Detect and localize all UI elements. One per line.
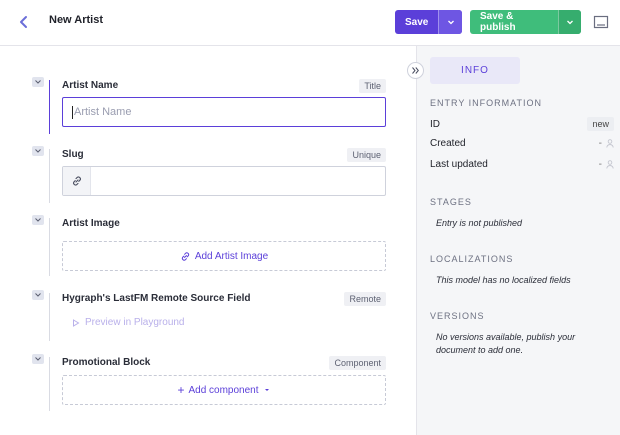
localizations-text: This model has no localized fields — [436, 275, 571, 285]
field-indicator-line — [49, 357, 50, 411]
field-tag-remote: Remote — [344, 292, 386, 306]
chevron-down-icon — [567, 20, 574, 25]
save-button[interactable]: Save — [395, 10, 462, 34]
collapse-field-icon[interactable] — [32, 215, 44, 225]
panel-toggle-icon[interactable] — [593, 14, 609, 30]
slug-input[interactable] — [62, 166, 386, 196]
tab-info[interactable]: INFO — [430, 57, 520, 84]
id-value-badge: new — [587, 117, 614, 131]
text-cursor — [72, 105, 73, 119]
add-component-label: Add component — [188, 384, 259, 396]
localizations-heading: LOCALIZATIONS — [430, 254, 514, 264]
versions-heading: VERSIONS — [430, 311, 485, 321]
field-indicator-line — [49, 149, 50, 203]
collapse-field-icon[interactable] — [32, 290, 44, 300]
field-tag-unique: Unique — [347, 148, 386, 162]
field-indicator-line — [49, 218, 50, 276]
add-component-button[interactable]: + Add component — [62, 375, 386, 405]
field-indicator-line — [49, 80, 50, 134]
field-artist-name: Artist Name Title Artist Name — [32, 77, 392, 134]
entry-information-heading: ENTRY INFORMATION — [430, 98, 543, 108]
link-icon — [63, 167, 91, 195]
created-dash: - — [598, 138, 602, 149]
artist-name-placeholder: Artist Name — [74, 106, 132, 118]
publish-options-dropdown[interactable] — [558, 10, 581, 34]
user-icon — [606, 160, 614, 169]
page-title: New Artist — [49, 14, 103, 26]
save-options-dropdown[interactable] — [438, 10, 462, 34]
versions-text: No versions available, publish your docu… — [436, 332, 576, 355]
created-value: - — [599, 138, 614, 149]
add-artist-image-button[interactable]: Add Artist Image — [62, 241, 386, 271]
field-label: Hygraph's LastFM Remote Source Field — [62, 293, 251, 304]
top-bar: New Artist Save Save & publish — [0, 0, 620, 46]
preview-label: Preview in Playground — [85, 317, 185, 328]
stages-heading: STAGES — [430, 197, 472, 207]
preview-in-playground-link[interactable]: Preview in Playground — [72, 317, 185, 328]
collapse-field-icon[interactable] — [32, 77, 44, 87]
stages-status-text: Entry is not published — [436, 218, 523, 228]
field-label: Artist Image — [62, 218, 120, 229]
caret-down-icon — [264, 389, 269, 391]
back-arrow-icon[interactable] — [15, 13, 33, 31]
field-tag-component: Component — [329, 356, 386, 370]
user-icon — [606, 139, 614, 148]
id-label: ID — [430, 118, 440, 130]
field-promotional-block: Promotional Block Component + Add compon… — [32, 354, 392, 411]
field-label: Promotional Block — [62, 357, 151, 368]
field-indicator-line — [49, 293, 50, 341]
play-icon — [73, 318, 80, 327]
publish-button-label: Save & publish — [480, 11, 516, 33]
link-icon — [181, 251, 189, 261]
field-label: Artist Name — [62, 80, 119, 91]
chevron-down-icon — [447, 20, 454, 25]
collapse-field-icon[interactable] — [32, 354, 44, 364]
add-artist-image-label: Add Artist Image — [194, 250, 269, 262]
last-updated-value: - — [599, 159, 614, 170]
artist-name-input[interactable]: Artist Name — [62, 97, 386, 127]
plus-icon: + — [177, 383, 185, 397]
collapse-field-icon[interactable] — [32, 146, 44, 156]
last-updated-label: Last updated — [430, 159, 488, 170]
updated-dash: - — [598, 159, 602, 170]
created-label: Created — [430, 138, 466, 149]
field-lastfm-remote: Hygraph's LastFM Remote Source Field Rem… — [32, 290, 392, 341]
field-slug: Slug Unique — [32, 146, 392, 203]
id-row: ID new — [430, 117, 614, 131]
created-row: Created - — [430, 138, 614, 149]
save-button-label: Save — [405, 16, 429, 28]
last-updated-row: Last updated - — [430, 159, 614, 170]
field-label: Slug — [62, 149, 84, 160]
field-tag-title: Title — [359, 79, 386, 93]
field-artist-image: Artist Image Add Artist Image — [32, 215, 392, 276]
save-and-publish-button[interactable]: Save & publish — [470, 10, 581, 34]
info-sidebar: INFO ENTRY INFORMATION ID new Created - … — [416, 46, 620, 435]
collapse-sidebar-icon[interactable] — [407, 62, 424, 79]
